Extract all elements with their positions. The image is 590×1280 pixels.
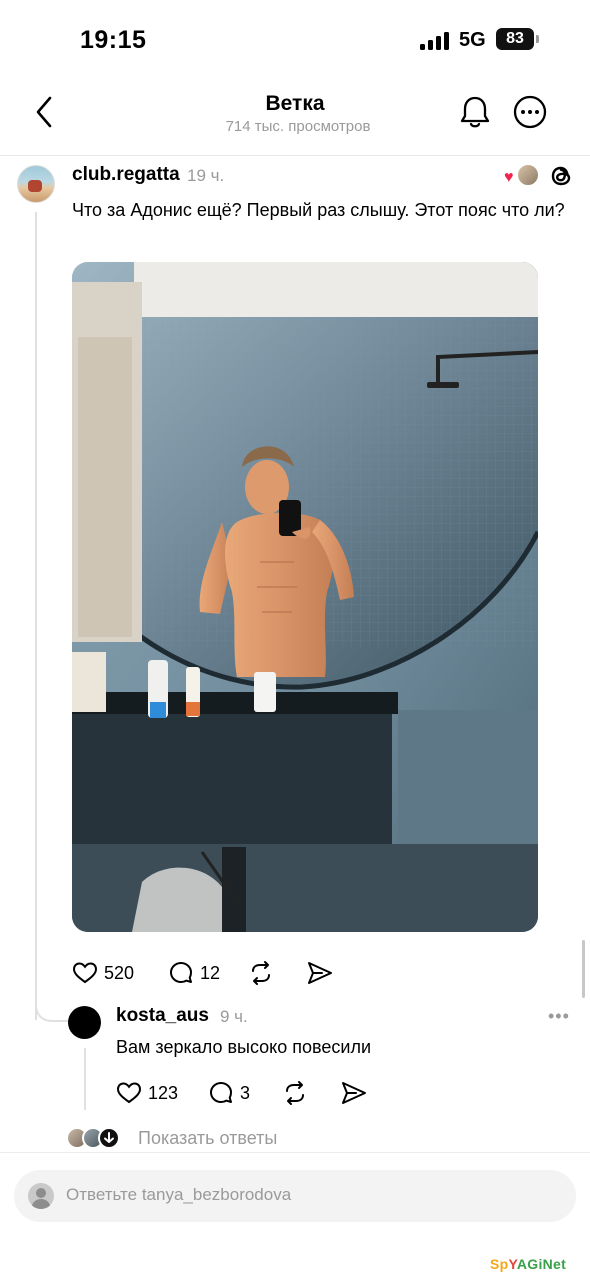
repost-icon [252, 961, 270, 985]
like-count: 123 [148, 1082, 179, 1103]
battery-icon: 83 [496, 28, 534, 50]
thread-header: Ветка 714 тыс. просмотров [0, 80, 590, 155]
avatar[interactable] [17, 165, 55, 203]
share-button[interactable] [306, 958, 334, 988]
more-circle-icon [513, 95, 547, 129]
repost-icon [286, 1081, 304, 1105]
post-time: 19 ч. [187, 166, 225, 185]
status-time: 19:15 [80, 26, 147, 54]
reply-composer[interactable] [14, 1170, 576, 1222]
reply-time: 9 ч. [220, 1007, 248, 1026]
more-options-button[interactable] [512, 94, 548, 130]
reply-more-button[interactable]: ••• [548, 1006, 570, 1027]
bell-icon [460, 96, 490, 128]
heart-icon: ♥ [504, 169, 514, 186]
battery-tip [536, 35, 539, 43]
watermark: SpYAGiNet [490, 1256, 567, 1272]
repost-button[interactable] [248, 958, 274, 988]
status-bar: 19:15 5G 83 [0, 0, 590, 80]
chevron-down-icon [98, 1127, 120, 1149]
thread-line [84, 1048, 86, 1110]
post-text: Что за Адонис ещё? Первый раз слышу. Это… [72, 200, 565, 220]
comment-button[interactable]: 3 [208, 1078, 250, 1108]
like-button[interactable]: 520 [72, 958, 134, 988]
avatar[interactable] [68, 1006, 101, 1039]
network-type: 5G [459, 29, 486, 51]
scrollbar[interactable] [582, 940, 585, 998]
notifications-button[interactable] [458, 94, 492, 130]
post-username[interactable]: club.regatta [72, 164, 180, 186]
comment-count: 12 [200, 962, 221, 983]
header-divider [0, 155, 590, 156]
heart-icon [72, 962, 98, 984]
liked-by-indicator[interactable]: ♥ [504, 163, 540, 189]
views-count: 714 тыс. просмотров [225, 118, 371, 135]
reply-text: Вам зеркало высоко повесили [116, 1037, 372, 1057]
comment-count: 3 [240, 1082, 251, 1103]
like-button[interactable]: 123 [116, 1078, 178, 1108]
heart-icon [116, 1082, 142, 1104]
send-icon [342, 1082, 366, 1104]
composer-divider [0, 1152, 590, 1153]
threads-logo-icon [548, 162, 574, 190]
post-photo[interactable] [72, 262, 538, 932]
comment-icon [210, 1082, 232, 1103]
comment-icon [170, 962, 192, 983]
post-actions: 520 12 [72, 958, 372, 988]
reply-actions: 123 3 [116, 1078, 376, 1108]
share-button[interactable] [340, 1078, 368, 1108]
user-avatar-icon [28, 1183, 54, 1209]
send-icon [308, 962, 332, 984]
page-title: Ветка [265, 92, 325, 115]
reply-username[interactable]: kosta_aus [116, 1005, 209, 1027]
thread-connector [35, 1000, 69, 1022]
signal-icon [420, 32, 450, 50]
show-replies-label: Показать ответы [138, 1128, 278, 1148]
show-replies-button[interactable]: Показать ответы [66, 1126, 366, 1152]
liker-avatar [516, 163, 540, 187]
reply-input[interactable] [66, 1185, 546, 1205]
thread-line [35, 212, 37, 1020]
comment-button[interactable]: 12 [168, 958, 220, 988]
repost-button[interactable] [282, 1078, 308, 1108]
like-count: 520 [104, 962, 135, 983]
